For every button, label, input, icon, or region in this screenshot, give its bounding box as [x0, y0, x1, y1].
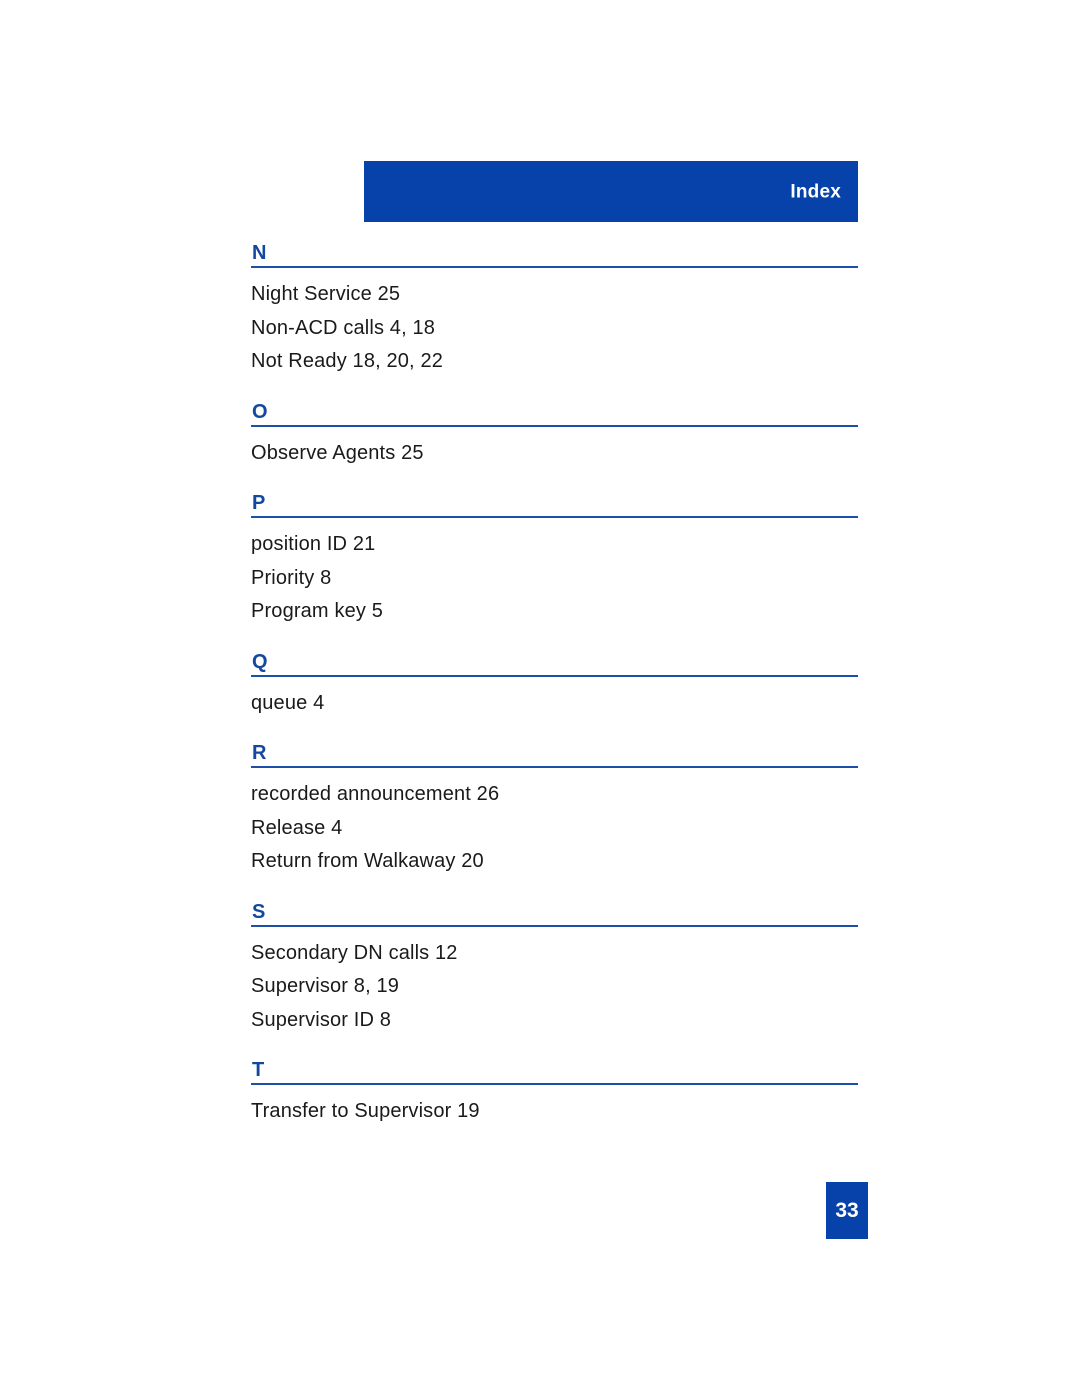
index-section-t: T Transfer to Supervisor 19: [251, 1059, 859, 1129]
index-section-q: Qqueue 4: [251, 651, 859, 721]
index-entry[interactable]: Priority 8: [251, 562, 859, 596]
section-letter-heading: O: [252, 400, 268, 423]
section-letter-heading: Q: [252, 650, 268, 673]
index-section-o: O Observe Agents 25: [251, 401, 859, 471]
index-section-p: Pposition ID 21 Priority 8 Program key 5: [251, 492, 859, 629]
index-entry-list: queue 4: [251, 687, 859, 721]
index-entry[interactable]: recorded announcement 26: [251, 778, 859, 812]
index-entry[interactable]: position ID 21: [251, 528, 859, 562]
index-entry[interactable]: Program key 5: [251, 595, 859, 629]
index-entry[interactable]: Non-ACD calls 4, 18: [251, 312, 859, 346]
page-header-title: Index: [790, 181, 841, 202]
index-entry[interactable]: Transfer to Supervisor 19: [251, 1095, 859, 1129]
section-divider-rule: [251, 924, 858, 927]
section-letter-heading: P: [252, 492, 266, 514]
index-sections-container: N Night Service 25 Non-ACD calls 4, 18 Not …: [251, 242, 859, 1129]
index-entry[interactable]: queue 4: [251, 687, 859, 721]
index-entry-list: position ID 21 Priority 8 Program key 5: [251, 528, 859, 629]
index-entry[interactable]: Night Service 25: [251, 278, 859, 312]
section-divider-rule: [251, 1083, 858, 1085]
section-letter-heading: R: [252, 742, 267, 764]
section-divider-rule: [251, 266, 858, 268]
index-entry[interactable]: Supervisor 8, 19: [251, 970, 859, 1004]
page-number-label: 33: [835, 1199, 859, 1222]
section-letter-heading: N: [252, 242, 267, 264]
index-entry-list: Transfer to Supervisor 19: [251, 1095, 859, 1129]
page-number-badge: 33: [826, 1182, 868, 1239]
index-entry[interactable]: Observe Agents 25: [251, 437, 859, 471]
section-divider-rule: [251, 674, 858, 677]
index-page: Index N Night Service 25 Non-ACD calls 4, …: [0, 0, 1080, 1397]
index-entry-list: recorded announcement 26 Release 4 Return …: [251, 778, 859, 879]
page-header-banner: Index: [364, 161, 858, 222]
index-entry-list: Secondary DN calls 12 Supervisor 8, 19 Sup…: [251, 937, 859, 1038]
index-entry-list: Observe Agents 25: [251, 437, 859, 471]
section-letter-heading: T: [252, 1059, 265, 1081]
section-letter-heading: S: [252, 900, 266, 923]
index-entry-list: Night Service 25 Non-ACD calls 4, 18 Not R…: [251, 278, 859, 379]
index-entry[interactable]: Not Ready 18, 20, 22: [251, 345, 859, 379]
index-section-n: N Night Service 25 Non-ACD calls 4, 18 Not …: [251, 242, 859, 379]
section-divider-rule: [251, 424, 858, 427]
index-entry[interactable]: Secondary DN calls 12: [251, 937, 859, 971]
index-section-r: Rrecorded announcement 26 Release 4 Return…: [251, 742, 859, 879]
section-divider-rule: [251, 516, 858, 518]
index-section-s: S Secondary DN calls 12 Supervisor 8, 19 Su…: [251, 901, 859, 1038]
index-entry[interactable]: Supervisor ID 8: [251, 1004, 859, 1038]
index-entry[interactable]: Release 4: [251, 812, 859, 846]
section-divider-rule: [251, 766, 858, 768]
index-entry[interactable]: Return from Walkaway 20: [251, 845, 859, 879]
